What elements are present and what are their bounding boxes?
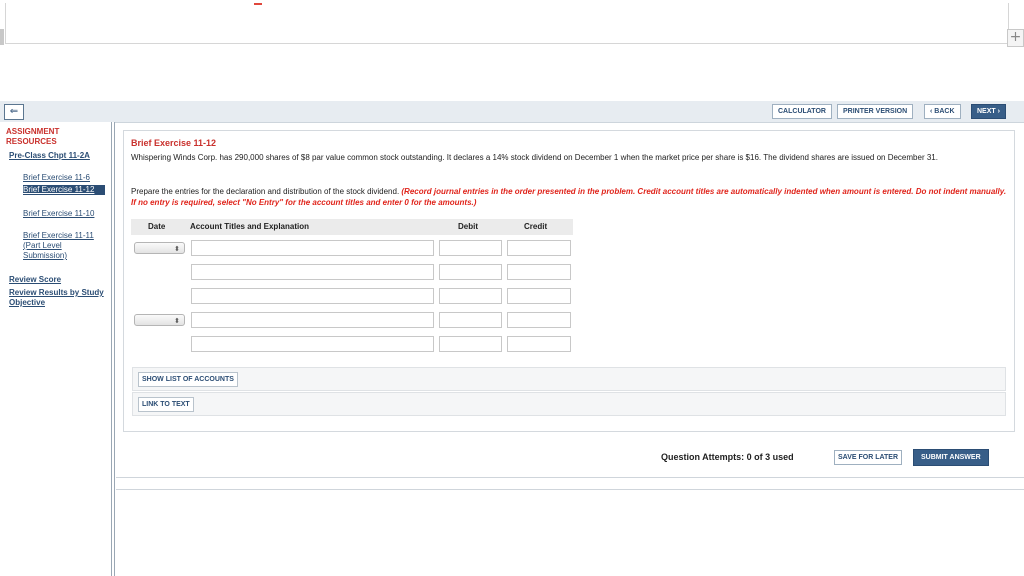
new-tab-plus-icon[interactable]: + xyxy=(1007,29,1024,47)
loading-indicator xyxy=(254,3,262,5)
sidebar-item-brief-exercise-11-11[interactable]: Brief Exercise 11-11 (Part Level Submiss… xyxy=(23,231,105,261)
date-select-1[interactable]: ⬍ xyxy=(134,242,185,254)
credit-input[interactable] xyxy=(507,240,571,256)
link-box xyxy=(132,392,1006,416)
debit-input[interactable] xyxy=(439,288,502,304)
back-button[interactable]: ‹ BACK xyxy=(924,104,961,119)
debit-input[interactable] xyxy=(439,312,502,328)
date-select-2[interactable]: ⬍ xyxy=(134,314,185,326)
sidebar-item-brief-exercise-11-10[interactable]: Brief Exercise 11-10 xyxy=(23,209,105,219)
account-input[interactable] xyxy=(191,288,434,304)
debit-column-header: Debit xyxy=(458,222,478,231)
save-for-later-button[interactable]: SAVE FOR LATER xyxy=(834,450,903,465)
debit-input[interactable] xyxy=(439,336,502,352)
account-column-header: Account Titles and Explanation xyxy=(190,222,309,231)
debit-input[interactable] xyxy=(439,240,502,256)
printer-version-button[interactable]: PRINTER VERSION xyxy=(837,104,914,119)
instruction-text: Prepare the entries for the declaration … xyxy=(131,187,402,196)
exercise-description: Whispering Winds Corp. has 290,000 share… xyxy=(131,153,938,162)
credit-input[interactable] xyxy=(507,288,571,304)
sidebar-title: ASSIGNMENT RESOURCES xyxy=(6,127,60,146)
next-button[interactable]: NEXT › xyxy=(971,104,1006,119)
divider xyxy=(116,489,1024,490)
account-input[interactable] xyxy=(191,240,434,256)
account-input[interactable] xyxy=(191,264,434,280)
divider xyxy=(116,477,1024,478)
credit-input[interactable] xyxy=(507,336,571,352)
list-toggle-icon[interactable]: ⇐ xyxy=(4,104,24,120)
sidebar-item-brief-exercise-11-6[interactable]: Brief Exercise 11-6 xyxy=(23,173,105,183)
accounts-box xyxy=(132,367,1006,391)
review-score-link[interactable]: Review Score xyxy=(9,275,104,285)
credit-input[interactable] xyxy=(507,264,571,280)
credit-column-header: Credit xyxy=(524,222,548,231)
sidebar-divider[interactable] xyxy=(111,122,115,576)
left-edge-handle xyxy=(0,29,4,45)
exercise-instruction: Prepare the entries for the declaration … xyxy=(131,186,1007,208)
debit-input[interactable] xyxy=(439,264,502,280)
review-results-link[interactable]: Review Results by Study Objective xyxy=(9,288,104,308)
show-list-of-accounts-button[interactable]: SHOW LIST OF ACCOUNTS xyxy=(138,372,238,387)
calculator-button[interactable]: CALCULATOR xyxy=(772,104,832,119)
link-to-text-button[interactable]: LINK TO TEXT xyxy=(138,397,194,412)
sidebar-group-link[interactable]: Pre-Class Chpt 11-2A xyxy=(9,151,104,161)
address-area[interactable] xyxy=(5,3,1009,44)
date-column-header: Date xyxy=(148,222,166,231)
account-input[interactable] xyxy=(191,336,434,352)
sidebar-item-brief-exercise-11-12[interactable]: Brief Exercise 11-12 xyxy=(23,185,105,195)
submit-answer-button[interactable]: SUBMIT ANSWER xyxy=(913,449,989,466)
credit-input[interactable] xyxy=(507,312,571,328)
exercise-title: Brief Exercise 11-12 xyxy=(131,138,217,148)
account-input[interactable] xyxy=(191,312,434,328)
question-attempts: Question Attempts: 0 of 3 used xyxy=(661,452,794,462)
browser-top-area xyxy=(0,0,1024,46)
